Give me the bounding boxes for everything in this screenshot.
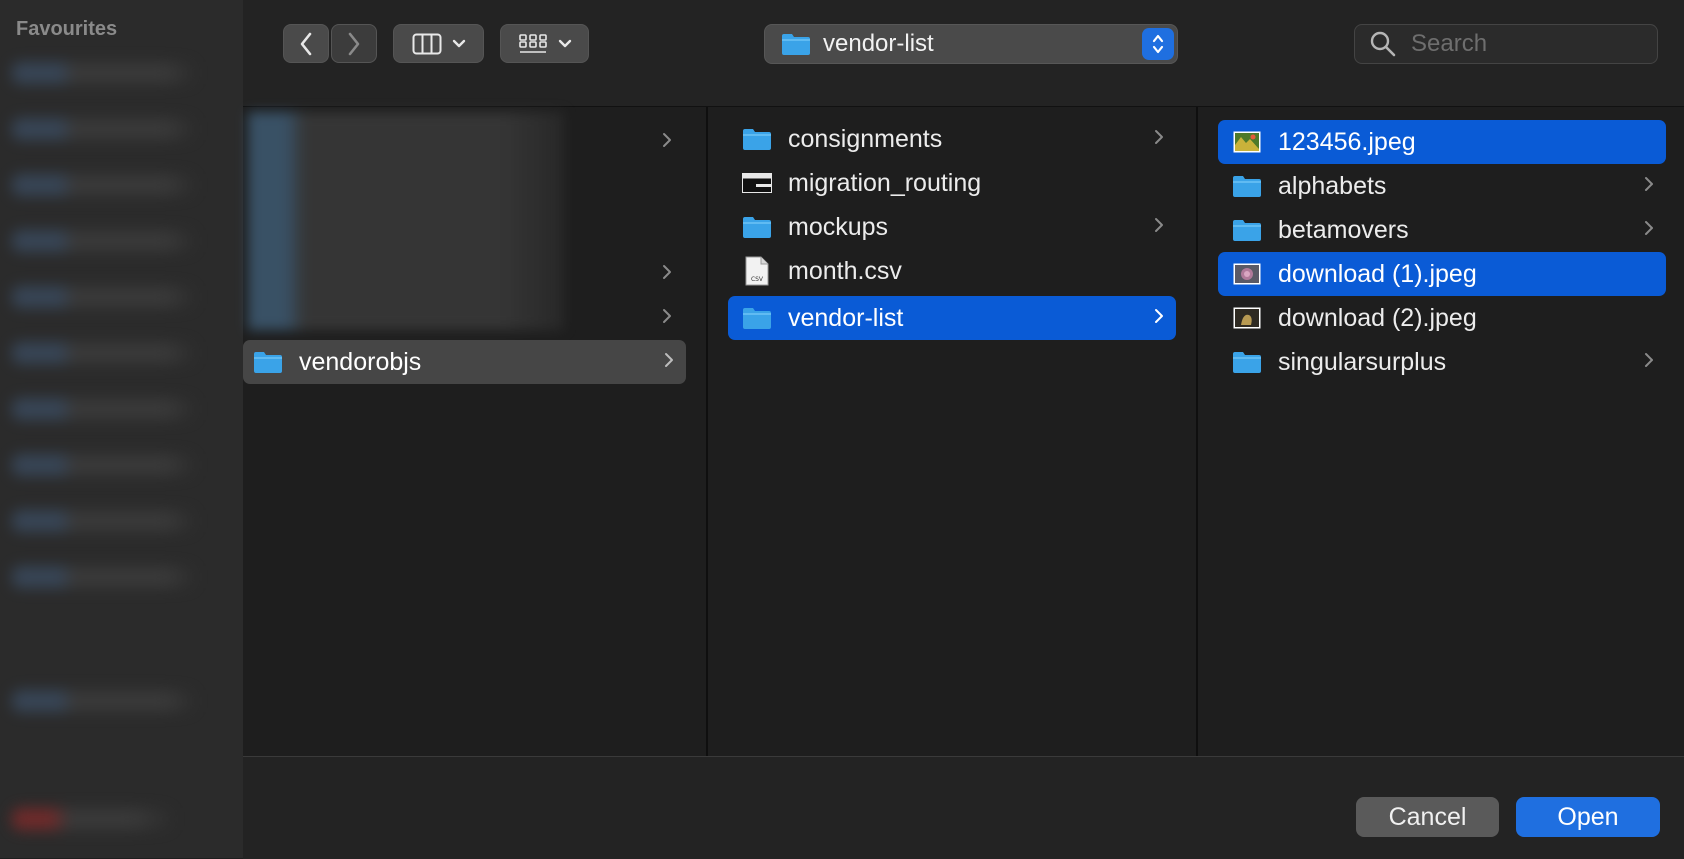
- folder-icon: [1230, 174, 1264, 198]
- list-item[interactable]: CSV month.csv: [728, 249, 1176, 293]
- image-thumbnail-icon: [1230, 263, 1264, 285]
- item-name: download (1).jpeg: [1278, 259, 1477, 288]
- image-thumbnail-icon: [1230, 307, 1264, 329]
- chevron-right-icon: [1645, 177, 1653, 191]
- browser-column-3: 123456.jpeg alphabets betamovers downloa…: [1198, 107, 1684, 756]
- folder-icon: [740, 127, 774, 151]
- list-item[interactable]: mockups: [728, 205, 1176, 249]
- sidebar: Favourites: [0, 0, 244, 858]
- browser-column-1: vendorobjs: [243, 107, 708, 756]
- sidebar-item[interactable]: [12, 174, 231, 196]
- item-name: consignments: [788, 124, 943, 153]
- sidebar-item[interactable]: [12, 510, 231, 532]
- search-field[interactable]: [1354, 24, 1658, 64]
- cancel-button[interactable]: Cancel: [1356, 797, 1499, 837]
- path-popup[interactable]: vendor-list: [764, 24, 1178, 64]
- item-name: month.csv: [788, 256, 902, 285]
- item-name: vendorobjs: [299, 347, 422, 376]
- list-item[interactable]: download (2).jpeg: [1218, 296, 1666, 340]
- folder-icon: [251, 350, 285, 374]
- list-item[interactable]: vendorobjs: [243, 340, 686, 384]
- search-icon: [1370, 31, 1396, 57]
- item-name: alphabets: [1278, 171, 1387, 200]
- sidebar-title: Favourites: [16, 18, 118, 40]
- chevron-right-icon: [1645, 353, 1653, 367]
- list-item[interactable]: alphabets: [1218, 164, 1666, 208]
- sidebar-item[interactable]: [12, 566, 231, 588]
- sidebar-item[interactable]: [12, 62, 231, 84]
- browser-column-2: consignments migration_routing mockups C…: [708, 107, 1198, 756]
- sidebar-item[interactable]: [12, 342, 231, 364]
- item-name: betamovers: [1278, 215, 1409, 244]
- view-mode-button[interactable]: [393, 24, 484, 63]
- chevron-right-icon: [663, 133, 671, 147]
- grid-icon: [518, 33, 547, 53]
- open-button[interactable]: Open: [1516, 797, 1660, 837]
- column-view-icon: [412, 33, 441, 54]
- sidebar-item[interactable]: [12, 454, 231, 476]
- item-name: 123456.jpeg: [1278, 127, 1416, 156]
- path-label: vendor-list: [823, 30, 934, 57]
- list-item[interactable]: vendor-list: [728, 296, 1176, 340]
- search-input[interactable]: [1409, 29, 1643, 59]
- folder-icon: [740, 215, 774, 239]
- list-item[interactable]: betamovers: [1218, 208, 1666, 252]
- blurred-content: [248, 112, 564, 330]
- list-item[interactable]: 123456.jpeg: [1218, 120, 1666, 164]
- dialog-footer: Cancel Open: [243, 756, 1684, 859]
- list-item[interactable]: migration_routing: [728, 161, 1176, 205]
- item-name: vendor-list: [788, 303, 904, 332]
- chevron-right-icon: [1155, 309, 1163, 323]
- chevron-right-icon: [1155, 218, 1163, 232]
- folder-icon: [1230, 218, 1264, 242]
- up-down-chevron-icon: [1152, 34, 1164, 54]
- toolbar: vendor-list: [243, 0, 1684, 107]
- chevron-left-icon: [300, 32, 312, 55]
- folder-icon: [740, 306, 774, 330]
- item-name: singularsurplus: [1278, 347, 1447, 376]
- item-name: mockups: [788, 212, 889, 241]
- sidebar-item[interactable]: [12, 286, 231, 308]
- list-item[interactable]: download (1).jpeg: [1218, 252, 1666, 296]
- csv-file-icon: CSV: [740, 256, 774, 286]
- sidebar-item[interactable]: [12, 230, 231, 252]
- folder-icon: [1230, 350, 1264, 374]
- chevron-right-icon: [1155, 130, 1163, 144]
- sidebar-item[interactable]: [12, 118, 231, 140]
- list-item[interactable]: consignments: [728, 117, 1176, 161]
- chevron-down-icon: [558, 39, 571, 47]
- path-stepper[interactable]: [1142, 28, 1174, 60]
- forward-button[interactable]: [331, 24, 377, 63]
- sidebar-item[interactable]: [12, 398, 231, 420]
- chevron-right-icon: [663, 265, 671, 279]
- sidebar-item[interactable]: [12, 690, 231, 712]
- chevron-right-icon: [663, 309, 671, 323]
- sidebar-item[interactable]: [12, 808, 231, 830]
- image-thumbnail-icon: [1230, 131, 1264, 153]
- folder-icon: [782, 34, 810, 55]
- back-button[interactable]: [283, 24, 329, 63]
- chevron-right-icon: [348, 32, 360, 55]
- chevron-right-icon: [665, 353, 673, 367]
- item-name: download (2).jpeg: [1278, 303, 1477, 332]
- chevron-down-icon: [452, 39, 465, 47]
- item-name: migration_routing: [788, 168, 982, 197]
- terminal-executable-icon: [740, 173, 774, 193]
- group-button[interactable]: [500, 24, 589, 63]
- chevron-right-icon: [1645, 221, 1653, 235]
- svg-text:CSV: CSV: [751, 276, 764, 283]
- list-item[interactable]: singularsurplus: [1218, 340, 1666, 384]
